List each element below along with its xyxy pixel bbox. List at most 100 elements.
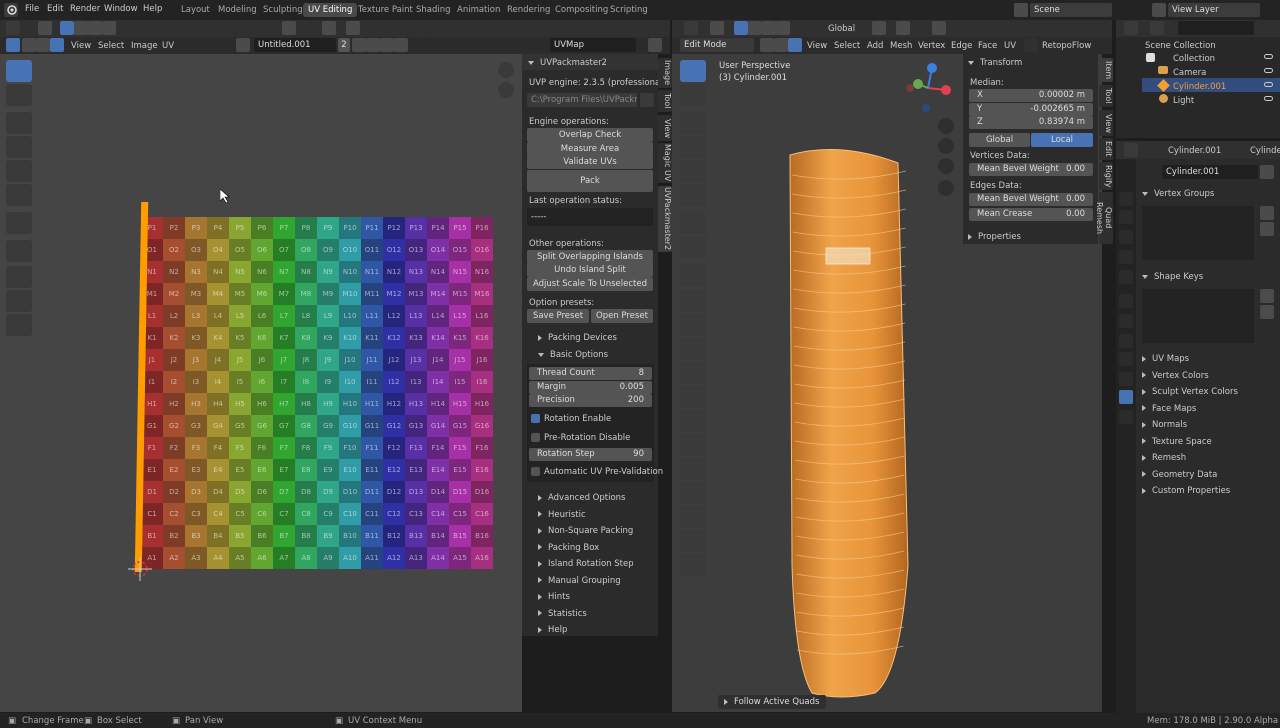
proportional-edit-icon[interactable] <box>346 21 360 35</box>
mesh-section-face-maps[interactable]: Face Maps <box>1142 404 1196 414</box>
modifier-props-icon[interactable] <box>1119 314 1133 328</box>
viewport-select-extend-icon[interactable] <box>748 21 762 35</box>
select-tool-icon[interactable] <box>38 21 52 35</box>
face-select-icon[interactable] <box>50 38 64 52</box>
mesh-section-custom-properties[interactable]: Custom Properties <box>1142 486 1230 496</box>
select-mode-subtract-icon[interactable] <box>88 21 102 35</box>
vertex-groups-section[interactable]: Vertex Groups <box>1142 189 1214 199</box>
tab-view[interactable]: View <box>658 115 672 141</box>
tab-tool[interactable]: Tool <box>658 90 672 112</box>
mesh-data-props-icon[interactable] <box>1119 390 1133 404</box>
vp-bevel-tool-icon[interactable] <box>680 338 706 360</box>
constraint-props-icon[interactable] <box>1119 334 1133 348</box>
tab-magic-uv[interactable]: Magic UV <box>658 143 672 183</box>
tab-shading[interactable]: Shading <box>411 3 456 17</box>
add-shape-key-icon[interactable] <box>1260 289 1274 303</box>
tab-image[interactable]: Image <box>658 58 672 88</box>
uv-menu-view[interactable]: View <box>71 41 91 51</box>
viewport-editor-type-icon[interactable] <box>684 21 698 35</box>
vp-camera-icon[interactable] <box>938 158 954 174</box>
view-layer-props-icon[interactable] <box>1119 250 1133 264</box>
tab-uv-editing[interactable]: UV Editing <box>303 3 358 17</box>
grab-tool-icon[interactable] <box>6 266 32 288</box>
cursor-tool-icon[interactable] <box>6 84 32 106</box>
unlink-image-icon[interactable] <box>394 38 408 52</box>
vp-menu-face[interactable]: Face <box>978 41 997 51</box>
pinch-tool-icon[interactable] <box>6 314 32 336</box>
select-mode-new-icon[interactable] <box>60 21 74 35</box>
retopoflow-menu[interactable]: RetopoFlow <box>1042 41 1091 51</box>
uvp-section-heuristic[interactable]: Heuristic <box>538 510 586 520</box>
scale-tool-icon[interactable] <box>6 160 32 182</box>
vp-pan-icon[interactable] <box>938 138 954 154</box>
tab-compositing[interactable]: Compositing <box>550 3 613 17</box>
uvmap-field[interactable]: UVMap <box>550 38 636 52</box>
save-preset-button[interactable]: Save Preset <box>527 309 589 323</box>
uvp-section-non-square-packing[interactable]: Non-Square Packing <box>538 526 633 536</box>
mesh-datablock-field[interactable]: Cylinder.001 <box>1162 165 1258 179</box>
median-x-field[interactable]: X 0.00002 m <box>969 89 1093 102</box>
retopoflow-icon[interactable] <box>1024 38 1038 52</box>
folder-icon[interactable] <box>640 93 654 107</box>
vp-move-tool-icon[interactable] <box>680 112 706 134</box>
menu-render[interactable]: Render <box>70 4 100 14</box>
vp-grid-icon[interactable] <box>938 180 954 196</box>
vp-menu-edge[interactable]: Edge <box>951 41 972 51</box>
orientation-icon[interactable] <box>812 21 826 35</box>
properties-subpanel-title[interactable]: Properties <box>968 232 1021 242</box>
rip-tool-icon[interactable] <box>6 240 32 262</box>
margin-field[interactable]: Margin 0.005 <box>529 381 652 394</box>
cylinder-mesh[interactable] <box>770 145 920 705</box>
open-image-icon[interactable] <box>380 38 394 52</box>
uvp-section-packing-box[interactable]: Packing Box <box>538 543 599 553</box>
mesh-fake-user-icon[interactable] <box>1260 165 1274 179</box>
outliner-camera[interactable]: Camera <box>1173 68 1206 78</box>
local-toggle[interactable]: Local <box>1031 133 1093 147</box>
viewport-select-tool-icon[interactable] <box>710 21 724 35</box>
uvp-section-advanced-options[interactable]: Advanced Options <box>538 493 625 503</box>
vp-cursor-tool-icon[interactable] <box>680 84 706 106</box>
shape-keys-section[interactable]: Shape Keys <box>1142 272 1203 282</box>
engine-path-field[interactable]: C:\Program Files\UVPackm... <box>527 93 637 107</box>
pan-hand-icon[interactable] <box>498 82 514 98</box>
uv-display-icon[interactable] <box>648 38 662 52</box>
transform-tool-icon[interactable] <box>6 184 32 206</box>
vp-shear-tool-icon[interactable] <box>680 530 706 552</box>
vp-add-cube-tool-icon[interactable] <box>680 264 706 286</box>
tab-texture-paint[interactable]: Texture Paint <box>353 3 418 17</box>
viewport-snap-icon[interactable] <box>896 21 910 35</box>
adjust-scale-button[interactable]: Adjust Scale To Unselected <box>527 277 653 291</box>
edit-mode-dropdown[interactable]: Edit Mode <box>680 38 754 52</box>
view-layer-icon[interactable] <box>1152 3 1166 17</box>
tab-rigify[interactable]: Rigify <box>1099 162 1113 190</box>
tab-quad-remesh[interactable]: Quad Remesh <box>1095 192 1113 244</box>
vp-shrink-tool-icon[interactable] <box>680 506 706 528</box>
vp-edge-slide-tool-icon[interactable] <box>680 482 706 504</box>
vp-scale-tool-icon[interactable] <box>680 160 706 182</box>
eye-icon[interactable] <box>1264 82 1273 87</box>
viewport-select-invert-icon[interactable] <box>776 21 790 35</box>
pin-icon[interactable] <box>412 38 426 52</box>
vp-transform-tool-icon[interactable] <box>680 184 706 206</box>
mesh-section-vertex-colors[interactable]: Vertex Colors <box>1142 371 1209 381</box>
outliner-collection[interactable]: Collection <box>1173 54 1215 64</box>
eye-icon[interactable] <box>1264 54 1273 59</box>
follow-active-quads-button[interactable]: Follow Active Quads <box>718 695 826 709</box>
mesh-section-remesh[interactable]: Remesh <box>1142 453 1186 463</box>
object-props-icon[interactable] <box>1119 294 1133 308</box>
tab-vp-tool[interactable]: Tool <box>1099 85 1113 107</box>
tab-edit[interactable]: Edit <box>1099 138 1113 160</box>
uvp-section-island-rotation-step[interactable]: Island Rotation Step <box>538 559 634 569</box>
shape-keys-list[interactable] <box>1142 289 1254 343</box>
edge-select-icon[interactable] <box>36 38 50 52</box>
vp-rotate-tool-icon[interactable] <box>680 136 706 158</box>
vp-extrude-tool-icon[interactable] <box>680 290 706 312</box>
split-overlapping-button[interactable]: Split Overlapping Islands <box>527 250 653 264</box>
precision-field[interactable]: Precision 200 <box>529 394 652 407</box>
snap-icon[interactable] <box>322 21 336 35</box>
tab-rendering[interactable]: Rendering <box>502 3 555 17</box>
orientation-dropdown[interactable]: Global <box>828 24 855 34</box>
mesh-section-geometry-data[interactable]: Geometry Data <box>1142 470 1217 480</box>
face-mode-icon[interactable] <box>788 38 802 52</box>
output-props-icon[interactable] <box>1119 230 1133 244</box>
